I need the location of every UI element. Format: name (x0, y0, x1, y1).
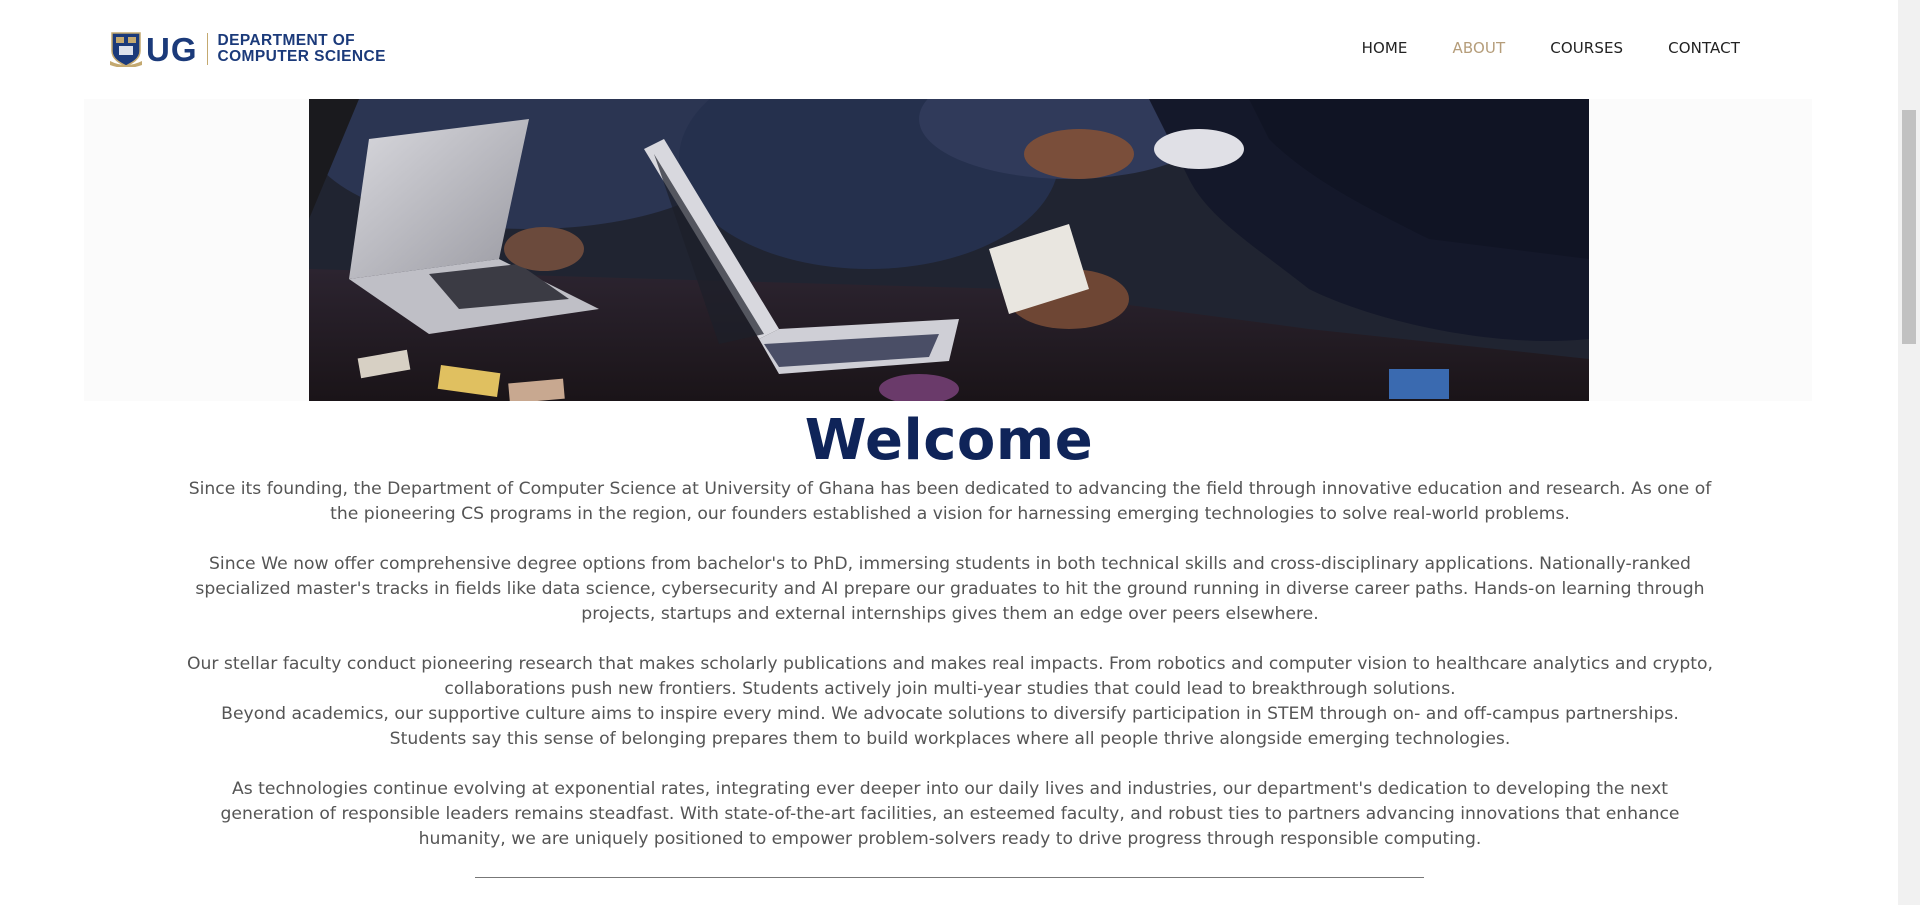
section-divider (475, 877, 1424, 878)
about-content: Since its founding, the Department of Co… (186, 477, 1714, 852)
nav-courses[interactable]: COURSES (1550, 39, 1623, 57)
nav-contact[interactable]: CONTACT (1668, 39, 1740, 57)
about-paragraph: Our stellar faculty conduct pioneering r… (186, 654, 1714, 699)
students-laptops-photo-icon (309, 99, 1589, 401)
nav-home[interactable]: HOME (1362, 39, 1408, 57)
about-paragraph: Since its founding, the Department of Co… (188, 479, 1712, 524)
nav-about[interactable]: ABOUT (1453, 39, 1506, 57)
department-logo[interactable]: UG DEPARTMENT OF COMPUTER SCIENCE (110, 30, 386, 68)
about-paragraph: Beyond academics, our supportive culture… (221, 704, 1679, 749)
scrollbar-thumb[interactable] (1902, 110, 1916, 344)
logo-divider (206, 33, 208, 65)
university-crest-icon (110, 31, 142, 68)
logo-mark: UG (146, 30, 198, 68)
page-scrollbar[interactable] (1898, 0, 1920, 905)
main-nav: HOME ABOUT COURSES CONTACT (1317, 39, 1740, 57)
about-paragraph: As technologies continue evolving at exp… (220, 779, 1680, 849)
site-header: UG DEPARTMENT OF COMPUTER SCIENCE HOME A… (0, 0, 1898, 99)
department-name-line1: DEPARTMENT OF (217, 32, 356, 49)
department-name-line2: COMPUTER SCIENCE (217, 48, 386, 65)
hero-image (309, 99, 1589, 401)
department-name: DEPARTMENT OF COMPUTER SCIENCE (218, 33, 386, 65)
page-title: Welcome (804, 408, 1094, 473)
about-paragraph: Since We now offer comprehensive degree … (195, 554, 1705, 624)
